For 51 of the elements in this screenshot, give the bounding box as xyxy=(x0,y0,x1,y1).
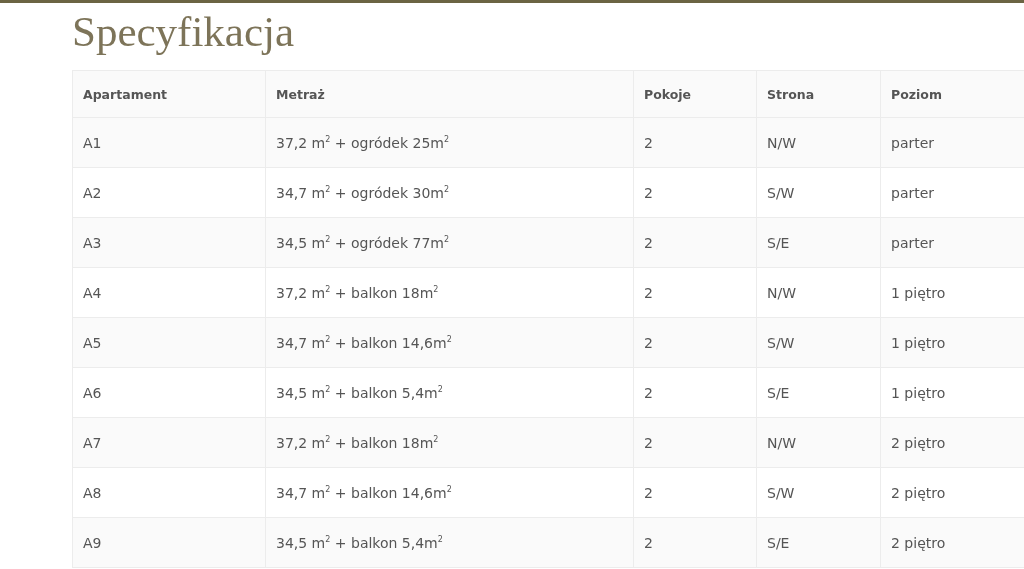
column-header: Pokoje xyxy=(644,86,692,102)
table-cell: 34,7 m$^{2}$ + balkon 14,6m$^{2}$ xyxy=(276,334,452,351)
table-cell: 2 xyxy=(644,184,653,201)
table-cell: 2 xyxy=(644,484,653,501)
table-cell: A1 xyxy=(83,134,102,151)
table-cell: parter xyxy=(891,134,935,151)
table-cell: A4 xyxy=(83,284,102,301)
table-cell: S/W xyxy=(767,334,795,351)
table-cell: 37,2 m$^{2}$ + ogródek 25m$^{2}$ xyxy=(276,134,450,151)
table-cell: A6 xyxy=(83,384,102,401)
table-cell: A5 xyxy=(83,334,102,351)
table-cell: 1 piętro xyxy=(891,334,946,351)
column-header: Metraż xyxy=(276,86,325,102)
table-cell: 2 xyxy=(644,534,653,551)
table-cell: 37,2 m$^{2}$ + balkon 18m$^{2}$ xyxy=(276,284,439,301)
table-cell: A7 xyxy=(83,434,102,451)
table-cell: 34,5 m$^{2}$ + ogródek 77m$^{2}$ xyxy=(276,234,450,251)
table-cell: S/W xyxy=(767,484,795,501)
table-cell: A3 xyxy=(83,234,102,251)
table-cell: 34,7 m$^{2}$ + ogródek 30m$^{2}$ xyxy=(276,184,450,201)
table-cell: 37,2 m$^{2}$ + balkon 18m$^{2}$ xyxy=(276,434,439,451)
table-cell: S/E xyxy=(767,534,790,551)
table-cell: 1 piętro xyxy=(891,284,946,301)
table-cell: 2 xyxy=(644,234,653,251)
table-cell: S/E xyxy=(767,234,790,251)
table-cell: 2 xyxy=(644,134,653,151)
table-cell: N/W xyxy=(767,284,797,301)
column-header: Poziom xyxy=(891,86,942,102)
column-header: Apartament xyxy=(83,86,167,102)
table-cell: A2 xyxy=(83,184,102,201)
table-cell: 34,5 m$^{2}$ + balkon 5,4m$^{2}$ xyxy=(276,534,443,551)
table-cell: 34,5 m$^{2}$ + balkon 5,4m$^{2}$ xyxy=(276,384,443,401)
table-cell: 2 xyxy=(644,334,653,351)
table-cell: 1 piętro xyxy=(891,384,946,401)
column-header: Strona xyxy=(767,86,815,102)
table-cell: 2 piętro xyxy=(891,534,946,551)
table-cell: 2 xyxy=(644,384,653,401)
table-cell: 34,7 m$^{2}$ + balkon 14,6m$^{2}$ xyxy=(276,484,452,501)
table-cell: A8 xyxy=(83,484,102,501)
table-cell: A9 xyxy=(83,534,102,551)
table-cell: S/E xyxy=(767,384,790,401)
table-cell: N/W xyxy=(767,134,797,151)
table-cell: 2 xyxy=(644,434,653,451)
table-cell: N/W xyxy=(767,434,797,451)
table-cell: 2 xyxy=(644,284,653,301)
page-title: Specyfikacja xyxy=(71,7,296,57)
table-cell: parter xyxy=(891,234,935,251)
table-cell: 2 piętro xyxy=(891,484,946,501)
table-cell: 2 piętro xyxy=(891,434,946,451)
table-cell: parter xyxy=(891,184,935,201)
table-cell: S/W xyxy=(767,184,795,201)
